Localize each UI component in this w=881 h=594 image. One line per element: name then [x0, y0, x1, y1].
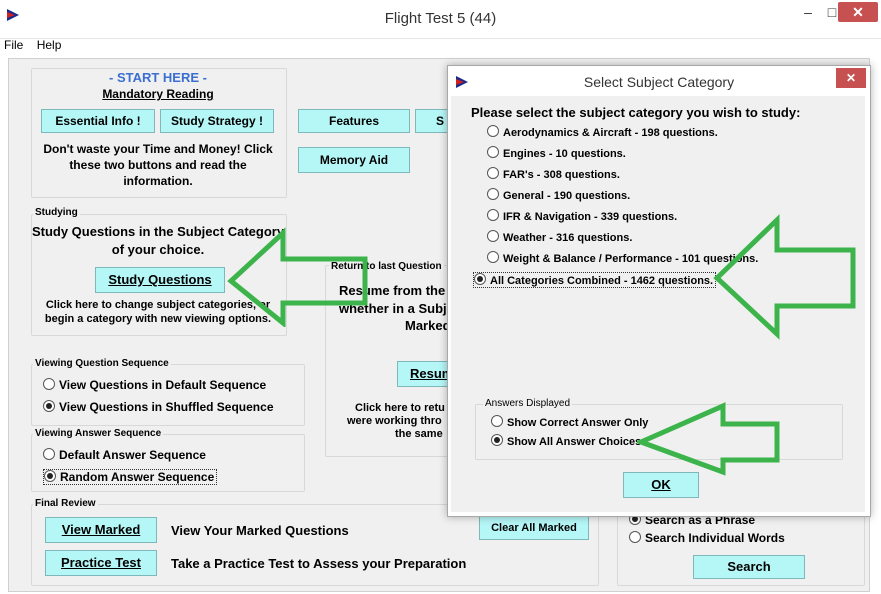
start-note: Don't waste your Time and Money! Click t…	[43, 142, 273, 188]
essential-info-button[interactable]: Essential Info !	[41, 109, 155, 133]
radio-default-sequence[interactable]: View Questions in Default Sequence	[43, 378, 266, 392]
practice-test-button[interactable]: Practice Test	[45, 550, 157, 576]
studying-label: Studying	[33, 207, 80, 218]
radio-circle-icon	[629, 531, 641, 543]
radio-selected-icon	[474, 273, 486, 285]
radio-selected-icon	[44, 470, 56, 482]
radio-label: View Questions in Shuffled Sequence	[59, 400, 274, 414]
radio-label: Search Individual Words	[645, 531, 785, 545]
category-fars[interactable]: FAR's - 308 questions.	[487, 167, 620, 181]
category-aerodynamics[interactable]: Aerodynamics & Aircraft - 198 questions.	[487, 125, 718, 139]
category-all-combined[interactable]: All Categories Combined - 1462 questions…	[473, 272, 717, 288]
radio-circle-icon	[43, 448, 55, 460]
radio-circle-icon	[487, 167, 499, 179]
radio-circle-icon	[487, 209, 499, 221]
close-button[interactable]: ✕	[838, 2, 878, 22]
search-button[interactable]: Search	[693, 555, 805, 579]
radio-circle-icon	[491, 415, 503, 427]
radio-shuffled-sequence[interactable]: View Questions in Shuffled Sequence	[43, 400, 274, 414]
start-subheading: Mandatory Reading	[102, 87, 214, 101]
radio-correct-answer-only[interactable]: Show Correct Answer Only	[491, 415, 648, 429]
category-general[interactable]: General - 190 questions.	[487, 188, 630, 202]
study-strategy-button[interactable]: Study Strategy !	[160, 109, 274, 133]
radio-label: View Questions in Default Sequence	[59, 378, 267, 392]
radio-circle-icon	[487, 251, 499, 263]
category-label: General - 190 questions.	[503, 190, 631, 202]
category-label: All Categories Combined - 1462 questions…	[490, 275, 714, 287]
category-label: Engines - 10 questions.	[503, 148, 626, 160]
menu-help[interactable]: Help	[37, 38, 62, 52]
radio-label: Default Answer Sequence	[59, 448, 206, 462]
menu-bar: File Help	[4, 38, 71, 56]
dialog-prompt: Please select the subject category you w…	[471, 105, 801, 120]
category-label: Weather - 316 questions.	[503, 232, 633, 244]
radio-random-answer[interactable]: Random Answer Sequence	[43, 469, 218, 485]
radio-circle-icon	[487, 188, 499, 200]
features-button[interactable]: Features	[298, 109, 410, 133]
green-arrow-icon	[713, 214, 856, 340]
dialog-body: Please select the subject category you w…	[451, 96, 865, 512]
viewing-question-group	[31, 364, 305, 426]
category-label: Aerodynamics & Aircraft - 198 questions.	[503, 127, 718, 139]
radio-default-answer[interactable]: Default Answer Sequence	[43, 448, 206, 462]
category-weather[interactable]: Weather - 316 questions.	[487, 230, 632, 244]
window-title: Flight Test 5 (44)	[384, 10, 497, 27]
viewing-answer-label: Viewing Answer Sequence	[33, 428, 164, 439]
radio-all-answer-choices[interactable]: Show All Answer Choices	[491, 434, 641, 448]
radio-label: Random Answer Sequence	[60, 470, 215, 484]
view-marked-text: View Your Marked Questions	[171, 523, 349, 538]
category-engines[interactable]: Engines - 10 questions.	[487, 146, 626, 160]
radio-circle-icon	[487, 146, 499, 158]
category-ifr-navigation[interactable]: IFR & Navigation - 339 questions.	[487, 209, 677, 223]
answers-displayed-label: Answers Displayed	[483, 398, 573, 409]
menu-file[interactable]: File	[4, 38, 23, 52]
view-marked-button[interactable]: View Marked	[45, 517, 157, 543]
radio-selected-icon	[491, 434, 503, 446]
dialog-close-button[interactable]: ✕	[836, 68, 866, 88]
green-arrow-icon	[227, 227, 368, 327]
start-heading: - START HERE -	[109, 70, 207, 85]
final-review-label: Final Review	[33, 498, 98, 509]
title-bar: Flight Test 5 (44) – □ ✕	[0, 0, 881, 39]
radio-circle-icon	[487, 230, 499, 242]
viewing-question-label: Viewing Question Sequence	[33, 358, 171, 369]
practice-test-text: Take a Practice Test to Assess your Prep…	[171, 556, 467, 571]
radio-selected-icon	[43, 400, 55, 412]
study-questions-button[interactable]: Study Questions	[95, 267, 225, 293]
radio-circle-icon	[43, 378, 55, 390]
dialog-title: Select Subject Category	[583, 74, 735, 90]
category-label: FAR's - 308 questions.	[503, 169, 620, 181]
radio-label: Show Correct Answer Only	[507, 417, 649, 429]
radio-search-words[interactable]: Search Individual Words	[629, 531, 785, 545]
green-arrow-icon	[637, 402, 780, 476]
memory-aid-button[interactable]: Memory Aid	[298, 147, 410, 173]
category-label: IFR & Navigation - 339 questions.	[503, 211, 678, 223]
radio-circle-icon	[487, 125, 499, 137]
select-subject-dialog: Select Subject Category ✕ Please select …	[447, 65, 871, 517]
clear-all-marked-button[interactable]: Clear All Marked	[479, 516, 589, 540]
radio-label: Show All Answer Choices	[507, 436, 642, 448]
